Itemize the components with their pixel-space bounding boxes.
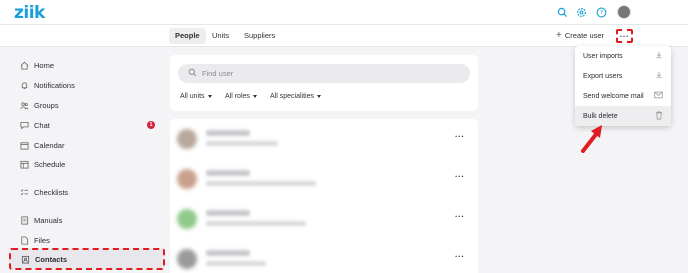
blurred-subtitle — [206, 221, 306, 226]
chevron-down-icon — [252, 95, 257, 98]
filter-label: All specialities — [270, 93, 314, 100]
blurred-name — [206, 130, 250, 136]
help-icon[interactable]: ? — [595, 6, 607, 18]
blurred-name — [206, 250, 250, 256]
sidebar-item-chat[interactable]: Chat 1 — [10, 116, 166, 134]
search-icon[interactable] — [556, 6, 568, 18]
people-list: ··· ··· ··· ··· — [170, 119, 478, 273]
blurred-subtitle — [206, 141, 278, 146]
row-more-button[interactable]: ··· — [455, 132, 465, 141]
blurred-subtitle — [206, 181, 316, 186]
filter-label: All units — [180, 93, 205, 100]
list-item[interactable]: ··· — [170, 119, 478, 159]
top-bar: ziik ? — [0, 0, 688, 25]
bell-icon — [20, 81, 29, 90]
sidebar-item-checklists[interactable]: Checklists — [10, 183, 166, 201]
sidebar-item-label: Calendar — [34, 140, 65, 150]
mail-icon — [654, 91, 663, 101]
sidebar-item-notifications[interactable]: Notifications — [10, 76, 166, 94]
schedule-icon — [20, 160, 29, 169]
avatar — [177, 249, 197, 269]
download-icon — [655, 51, 663, 61]
sidebar-item-label: Files — [34, 235, 50, 245]
menu-item-user-imports[interactable]: User imports — [575, 46, 671, 66]
list-item[interactable]: ··· — [170, 199, 478, 239]
sidebar-item-label: Contacts — [35, 254, 68, 264]
checklist-icon — [20, 188, 29, 197]
sidebar-item-contacts[interactable]: Contacts — [9, 248, 165, 270]
row-more-button[interactable]: ··· — [455, 252, 465, 261]
menu-item-label: Bulk delete — [583, 112, 618, 120]
sidebar-item-label: Checklists — [34, 187, 69, 197]
user-avatar[interactable] — [617, 5, 631, 19]
sidebar-item-files[interactable]: Files — [10, 231, 166, 249]
filter-specialities[interactable]: All specialities — [270, 93, 321, 100]
groups-icon — [20, 101, 29, 110]
menu-item-label: Send welcome mail — [583, 92, 644, 100]
sidebar-item-label: Notifications — [34, 80, 75, 90]
sidebar-item-calendar[interactable]: Calendar — [10, 136, 166, 154]
svg-text:?: ? — [599, 9, 602, 16]
manual-icon — [20, 215, 29, 225]
sidebar-item-groups[interactable]: Groups — [10, 96, 166, 114]
chat-icon — [20, 121, 29, 130]
row-more-button[interactable]: ··· — [455, 212, 465, 221]
search-placeholder: Find user — [202, 69, 234, 78]
menu-item-export-users[interactable]: Export users — [575, 66, 671, 86]
blurred-subtitle — [206, 261, 266, 266]
home-icon — [20, 61, 29, 70]
sidebar-item-label: Schedule — [34, 159, 66, 169]
menu-item-send-welcome-mail[interactable]: Send welcome mail — [575, 86, 671, 106]
contacts-icon — [21, 255, 30, 264]
tabs-bar: People Units Suppliers + Create user ··· — [0, 25, 688, 47]
create-user-label: Create user — [564, 31, 605, 40]
annotation-arrow-icon — [581, 125, 602, 153]
list-item[interactable]: ··· — [170, 239, 478, 273]
plus-icon: + — [556, 30, 562, 41]
sidebar-item-manuals[interactable]: Manuals — [10, 211, 166, 229]
menu-item-label: User imports — [583, 52, 623, 60]
avatar — [177, 129, 197, 149]
tab-suppliers[interactable]: Suppliers — [238, 25, 281, 46]
sidebar-item-label: Manuals — [34, 215, 63, 225]
row-more-button[interactable]: ··· — [455, 172, 465, 181]
gear-icon[interactable] — [575, 6, 587, 18]
avatar — [177, 209, 197, 229]
more-options-menu: User imports Export users Send welcome m… — [575, 46, 671, 126]
search-input[interactable]: Find user — [178, 64, 470, 83]
tab-units[interactable]: Units — [206, 25, 235, 46]
files-icon — [20, 235, 29, 245]
filter-label: All roles — [225, 93, 250, 100]
menu-item-label: Export users — [583, 72, 623, 80]
blurred-name — [206, 210, 250, 216]
trash-icon — [655, 111, 663, 122]
search-card: Find user All units All roles All specia… — [170, 55, 478, 111]
chevron-down-icon — [207, 95, 212, 98]
filter-roles[interactable]: All roles — [225, 93, 257, 100]
more-options-button[interactable]: ··· — [616, 29, 633, 43]
blurred-name — [206, 170, 250, 176]
download-icon — [655, 71, 663, 81]
sidebar-item-schedule[interactable]: Schedule — [10, 155, 166, 173]
chat-unread-badge: 1 — [147, 121, 155, 129]
calendar-icon — [20, 141, 29, 150]
ziik-logo[interactable]: ziik — [14, 3, 45, 23]
chevron-down-icon — [316, 95, 321, 98]
create-user-button[interactable]: + Create user — [556, 28, 604, 44]
search-icon — [188, 68, 197, 79]
sidebar-item-label: Groups — [34, 100, 59, 110]
filter-units[interactable]: All units — [180, 93, 212, 100]
list-item[interactable]: ··· — [170, 159, 478, 199]
tab-people[interactable]: People — [169, 28, 206, 44]
sidebar-item-home[interactable]: Home — [10, 56, 166, 74]
sidebar-item-label: Home — [34, 60, 55, 70]
avatar — [177, 169, 197, 189]
